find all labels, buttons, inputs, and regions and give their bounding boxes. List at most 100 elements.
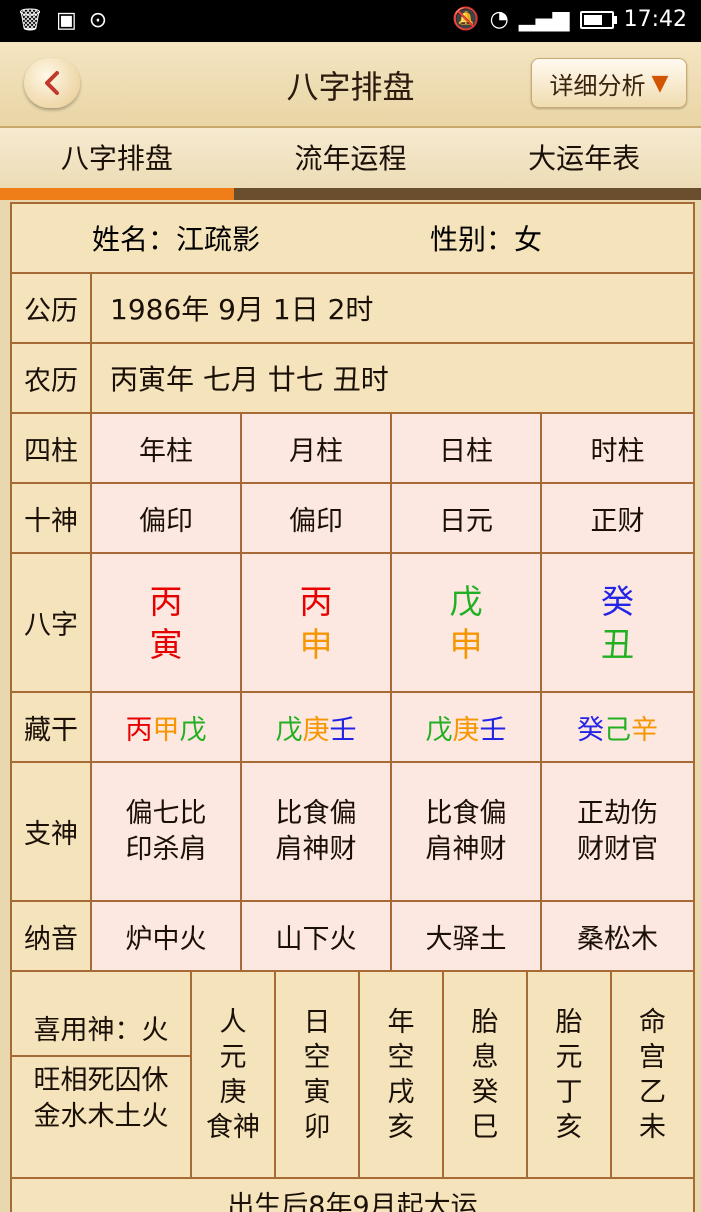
bazi-day-branch: 申 (449, 624, 483, 664)
canggan-label: 藏干 (12, 693, 92, 761)
wifi-icon: ◔ (489, 7, 509, 32)
canggan-char: 甲 (152, 714, 180, 746)
bazi-month-stem: 丙 (299, 581, 333, 621)
nayin-hour: 桑松木 (542, 902, 693, 970)
zhishen-line: 印杀肩 (125, 833, 207, 865)
zhishen-line: 肩神财 (425, 833, 507, 865)
canggan-month: 戊庚壬 (242, 693, 392, 761)
taiyuan-char: 元 (555, 1041, 583, 1073)
shishen-row: 十神 偏印 偏印 日元 正财 (12, 484, 693, 554)
taixi-char: 癸 (471, 1076, 499, 1108)
taixi-char: 胎 (471, 1006, 499, 1038)
image-icon: ▣ (55, 8, 77, 33)
extra-row: 喜用神：火 旺相死囚休 金水木土火 人 元 庚 食神 日 空 寅 卯 年 空 戌… (12, 972, 693, 1179)
zhishen-line: 比食偏 (275, 797, 357, 829)
title-bar: 八字排盘 详细分析 ▼ (0, 42, 701, 128)
bazi-hour-branch: 丑 (601, 624, 634, 664)
canggan-char: 丙 (125, 714, 153, 746)
pillars-row: 四柱 年柱 月柱 日柱 时柱 (12, 414, 693, 484)
taixi-char: 巳 (471, 1111, 499, 1143)
renyuan-char: 人 (219, 1006, 247, 1038)
canggan-char: 辛 (631, 714, 658, 746)
taixi-char: 息 (471, 1041, 499, 1073)
canggan-char: 庚 (302, 714, 330, 746)
detail-analysis-label: 详细分析 (549, 71, 646, 100)
rikong-char: 空 (303, 1041, 331, 1073)
niankong-col: 年 空 戌 亥 (358, 972, 442, 1177)
taiyuan-char: 胎 (555, 1006, 583, 1038)
tab-liunian[interactable]: 流年运程 (234, 128, 468, 190)
renyuan-char: 庚 (219, 1076, 247, 1108)
pillars-label: 四柱 (12, 414, 92, 482)
canggan-char: 壬 (329, 714, 357, 746)
canggan-char: 庚 (452, 714, 480, 746)
mute-icon: 🔕 (452, 7, 480, 32)
minggong-char: 命 (639, 1006, 666, 1038)
lunar-value: 丙寅年 七月 廿七 丑时 (110, 363, 389, 396)
shishen-year: 偏印 (92, 484, 242, 552)
renyuan-char: 元 (219, 1041, 247, 1073)
bazi-year-branch: 寅 (149, 624, 183, 664)
canggan-hour: 癸己辛 (542, 693, 693, 761)
rikong-char: 寅 (303, 1076, 331, 1108)
zhishen-label: 支神 (12, 763, 92, 900)
canggan-char: 戊 (425, 714, 453, 746)
pillar-hour: 时柱 (542, 414, 693, 482)
zhishen-day: 比食偏 肩神财 (392, 763, 542, 900)
zhishen-line: 比食偏 (425, 797, 507, 829)
zhishen-year: 偏七比 印杀肩 (92, 763, 242, 900)
niankong-char: 空 (387, 1041, 415, 1073)
tab-indicator (0, 188, 701, 200)
lunar-row: 农历 丙寅年 七月 廿七 丑时 (12, 344, 693, 414)
caret-down-icon: ▼ (651, 70, 669, 96)
rikong-col: 日 空 寅 卯 (274, 972, 358, 1177)
solar-row: 公历 1986年 9月 1日 2时 (12, 274, 693, 344)
pillar-year: 年柱 (92, 414, 242, 482)
zhishen-row: 支神 偏七比 印杀肩 比食偏 肩神财 比食偏 肩神财 正劫伤 财财官 (12, 763, 693, 902)
renyuan-col: 人 元 庚 食神 (190, 972, 274, 1177)
detail-analysis-button[interactable]: 详细分析 ▼ (531, 58, 687, 108)
canggan-char: 戊 (179, 714, 207, 746)
nayin-label: 纳音 (12, 902, 92, 970)
pillar-day: 日柱 (392, 414, 542, 482)
zhishen-hour: 正劫伤 财财官 (542, 763, 693, 900)
taiyuan-char: 亥 (555, 1111, 583, 1143)
tab-bazi[interactable]: 八字排盘 (0, 128, 234, 190)
minggong-char: 乙 (639, 1076, 666, 1108)
nayin-month: 山下火 (242, 902, 392, 970)
nayin-day: 大驿土 (392, 902, 542, 970)
signal-icon: ▂▄▆ (518, 7, 570, 32)
niankong-char: 戌 (387, 1076, 415, 1108)
minggong-col: 命 宫 乙 未 (610, 972, 693, 1177)
zhishen-month: 比食偏 肩神财 (242, 763, 392, 900)
shishen-month: 偏印 (242, 484, 392, 552)
zhishen-line: 肩神财 (275, 833, 357, 865)
bazi-chart: 姓名：江疏影 性别：女 公历 1986年 9月 1日 2时 农历 丙寅年 七月 … (10, 202, 695, 1212)
taiyuan-char: 丁 (555, 1076, 583, 1108)
zhishen-line: 正劫伤 (577, 797, 658, 829)
rikong-char: 卯 (303, 1111, 331, 1143)
dayun-start-text: 出生后8年9月起大运 (227, 1191, 478, 1212)
trash-icon: 🗑 (16, 8, 44, 33)
bazi-day: 戊 申 (392, 554, 542, 691)
info-row: 姓名：江疏影 性别：女 (12, 204, 693, 274)
zhishen-line: 财财官 (577, 833, 658, 865)
gender-text: 性别：女 (430, 223, 543, 256)
wangxiang-block: 旺相死囚休 金水木土火 (12, 1057, 190, 1179)
bazi-hour: 癸 丑 (542, 554, 693, 691)
tab-dayun[interactable]: 大运年表 (467, 128, 701, 190)
rikong-char: 日 (303, 1006, 331, 1038)
niankong-char: 亥 (387, 1111, 415, 1143)
active-tab-indicator (0, 188, 234, 200)
minggong-char: 未 (639, 1111, 666, 1143)
canggan-row: 藏干 丙甲戊 戊庚壬 戊庚壬 癸己辛 (12, 693, 693, 763)
bazi-month: 丙 申 (242, 554, 392, 691)
canggan-char: 癸 (577, 714, 604, 746)
canggan-char: 己 (604, 714, 631, 746)
tab-bar: 八字排盘 流年运程 大运年表 (0, 128, 701, 190)
taixi-col: 胎 息 癸 巳 (442, 972, 526, 1177)
more-icon: ⊙ (88, 8, 108, 33)
battery-icon (579, 10, 617, 29)
bazi-label: 八字 (12, 554, 92, 691)
status-time: 17:42 (623, 7, 687, 32)
